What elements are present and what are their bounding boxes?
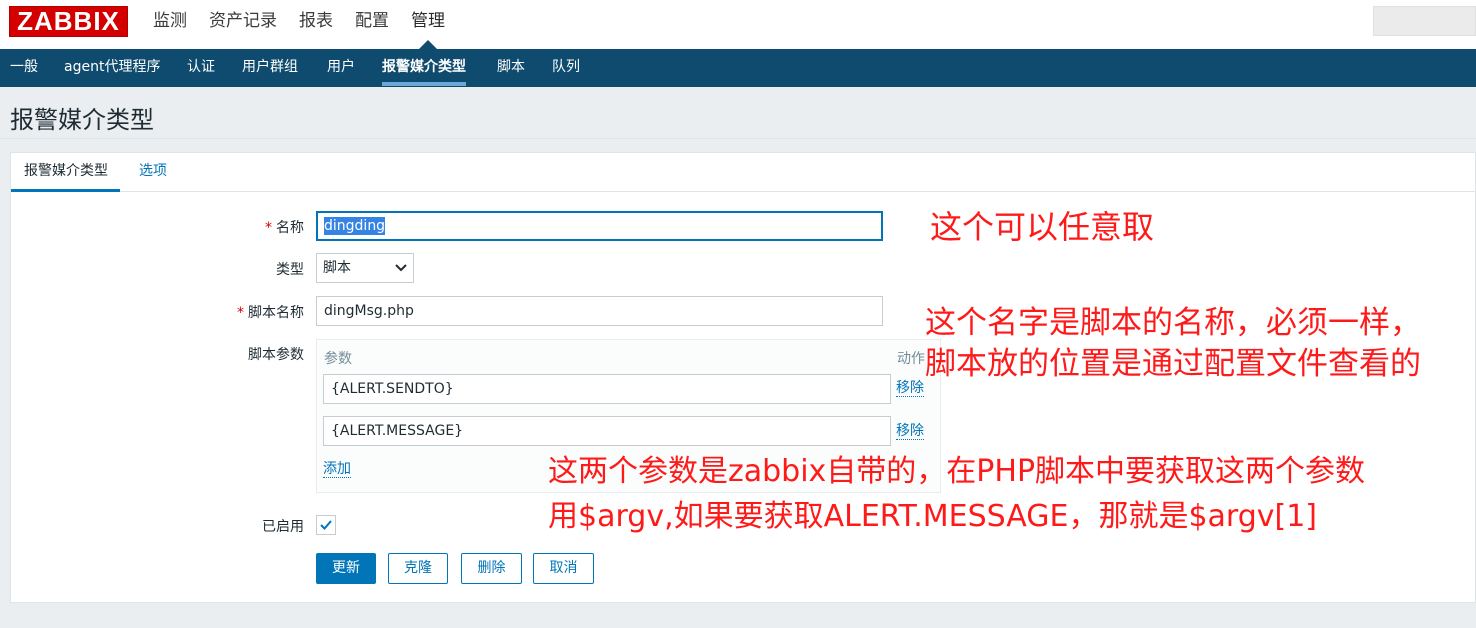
name-label: * 名称 <box>265 220 304 236</box>
enabled-checkbox[interactable] <box>316 515 336 535</box>
top-header: ZABBIX 监测 资产记录 报表 配置 管理 <box>0 0 1476 49</box>
menu-item-monitoring[interactable]: 监测 <box>153 0 187 49</box>
checkmark-icon <box>320 520 332 530</box>
action-column-header: 动作 <box>897 351 925 367</box>
menu-item-reports[interactable]: 报表 <box>299 0 333 49</box>
menu-item-inventory[interactable]: 资产记录 <box>209 0 277 49</box>
sub-navigation: 一般 agent代理程序 认证 用户群组 用户 报警媒介类型 脚本 队列 <box>0 49 1476 87</box>
script-name-field[interactable]: dingMsg.php <box>316 296 883 326</box>
required-mark: * <box>265 220 272 236</box>
subnav-item-scripts[interactable]: 脚本 <box>497 49 525 87</box>
annotation-script-note-line1: 这个名字是脚本的名称，必须一样， <box>925 305 1421 341</box>
name-field-value: dingding <box>324 217 386 235</box>
tab-media-type[interactable]: 报警媒介类型 <box>11 153 120 192</box>
script-name-label: * 脚本名称 <box>237 305 304 321</box>
subnav-item-media-types[interactable]: 报警媒介类型 <box>382 49 466 87</box>
name-field[interactable]: dingding <box>316 211 883 241</box>
clone-button[interactable]: 克隆 <box>388 553 448 584</box>
annotation-script-note-line2: 脚本放的位置是通过配置文件查看的 <box>925 346 1421 382</box>
main-menu: 监测 资产记录 报表 配置 管理 <box>153 0 467 49</box>
add-param-link[interactable]: 添加 <box>323 461 351 478</box>
param-input-message[interactable]: {ALERT.MESSAGE} <box>323 416 891 446</box>
subnav-item-authentication[interactable]: 认证 <box>187 49 215 87</box>
annotation-name-note: 这个可以任意取 <box>930 208 1155 246</box>
zabbix-logo[interactable]: ZABBIX <box>9 6 128 37</box>
subnav-item-proxies[interactable]: agent代理程序 <box>64 49 160 87</box>
menu-item-configuration[interactable]: 配置 <box>355 0 389 49</box>
tab-options[interactable]: 选项 <box>139 153 167 191</box>
type-select-value: 脚本 <box>323 260 351 276</box>
remove-param-message-link[interactable]: 移除 <box>896 423 924 440</box>
title-divider <box>0 138 1476 139</box>
annotation-params-note-line2: 用$argv,如果要获取ALERT.MESSAGE，那就是$argv[1] <box>548 499 1318 534</box>
subnav-item-queue[interactable]: 队列 <box>552 49 580 87</box>
script-params-label: 脚本参数 <box>248 347 304 363</box>
update-button[interactable]: 更新 <box>316 553 376 584</box>
enabled-label: 已启用 <box>262 519 304 535</box>
page-title: 报警媒介类型 <box>10 106 154 134</box>
menu-item-administration[interactable]: 管理 <box>411 0 445 49</box>
search-input[interactable] <box>1373 6 1476 36</box>
param-input-sendto[interactable]: {ALERT.SENDTO} <box>323 374 891 404</box>
params-column-header: 参数 <box>324 351 352 367</box>
annotation-params-note-line1: 这两个参数是zabbix自带的，在PHP脚本中要获取这两个参数 <box>548 454 1366 489</box>
form-tabs: 报警媒介类型 选项 <box>11 153 1476 192</box>
chevron-down-icon <box>395 264 407 272</box>
cancel-button[interactable]: 取消 <box>533 553 594 584</box>
subnav-item-general[interactable]: 一般 <box>10 49 38 87</box>
subnav-item-user-groups[interactable]: 用户群组 <box>242 49 298 87</box>
type-select[interactable]: 脚本 <box>316 253 414 283</box>
type-label: 类型 <box>276 262 304 278</box>
subnav-item-users[interactable]: 用户 <box>327 49 355 87</box>
remove-param-sendto-link[interactable]: 移除 <box>896 380 924 397</box>
delete-button[interactable]: 删除 <box>461 553 522 584</box>
